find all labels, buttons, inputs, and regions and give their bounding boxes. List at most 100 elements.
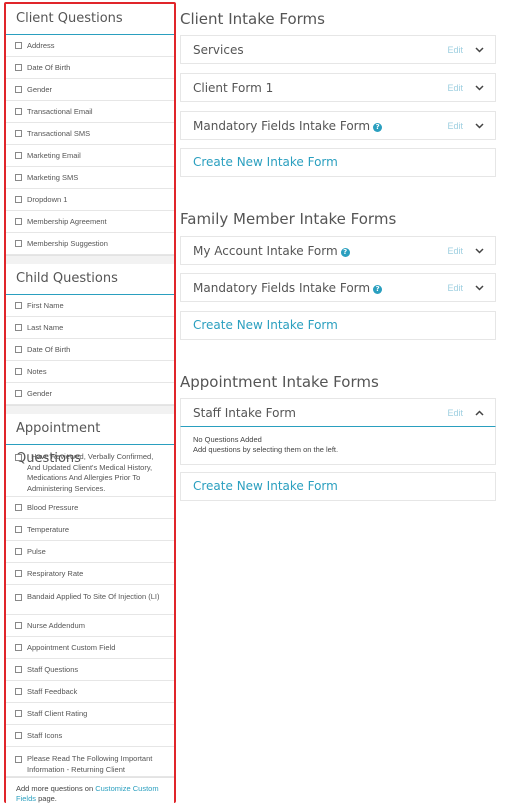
form-card-family-mandatory-fields[interactable]: Mandatory Fields Intake Form? Edit — [180, 273, 496, 302]
chevron-up-icon[interactable] — [473, 409, 485, 416]
checkbox[interactable] — [15, 710, 22, 717]
edit-link[interactable]: Edit — [447, 45, 463, 55]
checkbox[interactable] — [15, 196, 22, 203]
question-item[interactable]: Gender — [6, 383, 174, 405]
chevron-down-icon[interactable] — [473, 284, 485, 291]
question-item[interactable]: Staff Client Rating — [6, 703, 174, 725]
question-item[interactable]: Date Of Birth — [6, 57, 174, 79]
appointment-questions-title: Appointment Questions — [6, 414, 174, 466]
checkbox[interactable] — [15, 732, 22, 739]
question-item[interactable]: Dropdown 1 — [6, 189, 174, 211]
chevron-down-icon[interactable] — [473, 84, 485, 91]
client-questions-box: Client Questions Address Date Of Birth Gen… — [6, 4, 174, 256]
question-item[interactable]: Pulse — [6, 541, 174, 563]
question-label: Gender — [27, 85, 53, 94]
checkbox[interactable] — [15, 756, 22, 763]
help-icon[interactable]: ? — [373, 122, 383, 132]
checkbox[interactable] — [15, 368, 22, 375]
question-item[interactable]: Transactional SMS — [6, 123, 174, 145]
checkbox[interactable] — [15, 622, 22, 629]
question-item[interactable]: Membership Agreement — [6, 211, 174, 233]
question-label: Nurse Addendum — [27, 621, 85, 630]
create-appointment-intake-form-button[interactable]: Create New Intake Form — [180, 472, 496, 501]
checkbox[interactable] — [15, 548, 22, 555]
question-label: Last Name — [27, 323, 64, 332]
checkbox[interactable] — [15, 390, 22, 397]
chevron-down-icon[interactable] — [473, 247, 485, 254]
form-name: Mandatory Fields Intake Form? — [181, 281, 447, 295]
checkbox[interactable] — [15, 666, 22, 673]
question-item[interactable]: Last Name — [6, 317, 174, 339]
question-label: Notes — [27, 367, 47, 376]
help-icon[interactable]: ? — [373, 284, 383, 294]
question-item[interactable]: Marketing SMS — [6, 167, 174, 189]
question-label: Gender — [27, 389, 53, 398]
checkbox[interactable] — [15, 130, 22, 137]
help-icon[interactable]: ? — [340, 247, 350, 257]
form-card-my-account[interactable]: My Account Intake Form? Edit — [180, 236, 496, 265]
form-card-services[interactable]: Services Edit — [180, 35, 496, 64]
question-item[interactable]: Please Read The Following Important Info… — [6, 747, 174, 777]
checkbox[interactable] — [15, 302, 22, 309]
checkbox[interactable] — [15, 64, 22, 71]
question-label: Bandaid Applied To Site Of Injection (LI… — [27, 592, 160, 601]
question-item[interactable]: Temperature — [6, 519, 174, 541]
question-item[interactable]: Respiratory Rate — [6, 563, 174, 585]
question-label: Membership Suggestion — [27, 239, 108, 248]
question-item[interactable]: Staff Questions — [6, 659, 174, 681]
question-item[interactable]: Gender — [6, 79, 174, 101]
question-item[interactable]: Staff Feedback — [6, 681, 174, 703]
create-client-intake-form-button[interactable]: Create New Intake Form — [180, 148, 496, 177]
checkbox[interactable] — [15, 152, 22, 159]
question-item[interactable]: Membership Suggestion — [6, 233, 174, 255]
question-item[interactable]: Appointment Custom Field — [6, 637, 174, 659]
form-card-client-form-1[interactable]: Client Form 1 Edit — [180, 73, 496, 102]
question-item[interactable]: First Name — [6, 295, 174, 317]
create-family-intake-form-button[interactable]: Create New Intake Form — [180, 311, 496, 340]
question-item[interactable]: Transactional Email — [6, 101, 174, 123]
chevron-down-icon[interactable] — [473, 46, 485, 53]
edit-link[interactable]: Edit — [447, 83, 463, 93]
question-label: Membership Agreement — [27, 217, 107, 226]
checkbox[interactable] — [15, 346, 22, 353]
question-label: Pulse — [27, 547, 46, 556]
question-label: Address — [27, 41, 55, 50]
checkbox[interactable] — [15, 644, 22, 651]
checkbox[interactable] — [15, 86, 22, 93]
child-questions-box: Child Questions First Name Last Name Date … — [6, 264, 174, 406]
question-item[interactable]: Nurse Addendum — [6, 615, 174, 637]
child-questions-title: Child Questions — [6, 264, 174, 295]
checkbox[interactable] — [15, 454, 22, 461]
question-item[interactable]: Staff Icons — [6, 725, 174, 747]
checkbox[interactable] — [15, 594, 22, 601]
question-item[interactable]: Date Of Birth — [6, 339, 174, 361]
edit-link[interactable]: Edit — [447, 408, 463, 418]
form-card-staff-intake[interactable]: Staff Intake Form Edit — [180, 398, 496, 427]
checkbox[interactable] — [15, 324, 22, 331]
checkbox[interactable] — [15, 570, 22, 577]
question-item[interactable]: Blood Pressure — [6, 497, 174, 519]
checkbox[interactable] — [15, 218, 22, 225]
question-label: Staff Icons — [27, 731, 63, 740]
appointment-questions-box: Appointment Questions I Have Reviewed, V… — [6, 414, 174, 778]
form-card-mandatory-fields[interactable]: Mandatory Fields Intake Form? Edit — [180, 111, 496, 140]
checkbox[interactable] — [15, 42, 22, 49]
checkbox[interactable] — [15, 174, 22, 181]
edit-link[interactable]: Edit — [447, 246, 463, 256]
question-item[interactable]: Notes — [6, 361, 174, 383]
question-label: First Name — [27, 301, 64, 310]
checkbox[interactable] — [15, 240, 22, 247]
question-item[interactable]: Bandaid Applied To Site Of Injection (LI… — [6, 585, 174, 615]
question-label: Dropdown 1 — [27, 195, 68, 204]
checkbox[interactable] — [15, 504, 22, 511]
checkbox[interactable] — [15, 526, 22, 533]
question-item[interactable]: I Have Reviewed, Verbally Confirmed, And… — [6, 445, 174, 497]
empty-state-title: No Questions Added — [193, 435, 262, 444]
edit-link[interactable]: Edit — [447, 283, 463, 293]
chevron-down-icon[interactable] — [473, 122, 485, 129]
question-item[interactable]: Marketing Email — [6, 145, 174, 167]
edit-link[interactable]: Edit — [447, 121, 463, 131]
checkbox[interactable] — [15, 688, 22, 695]
checkbox[interactable] — [15, 108, 22, 115]
question-item[interactable]: Address — [6, 35, 174, 57]
